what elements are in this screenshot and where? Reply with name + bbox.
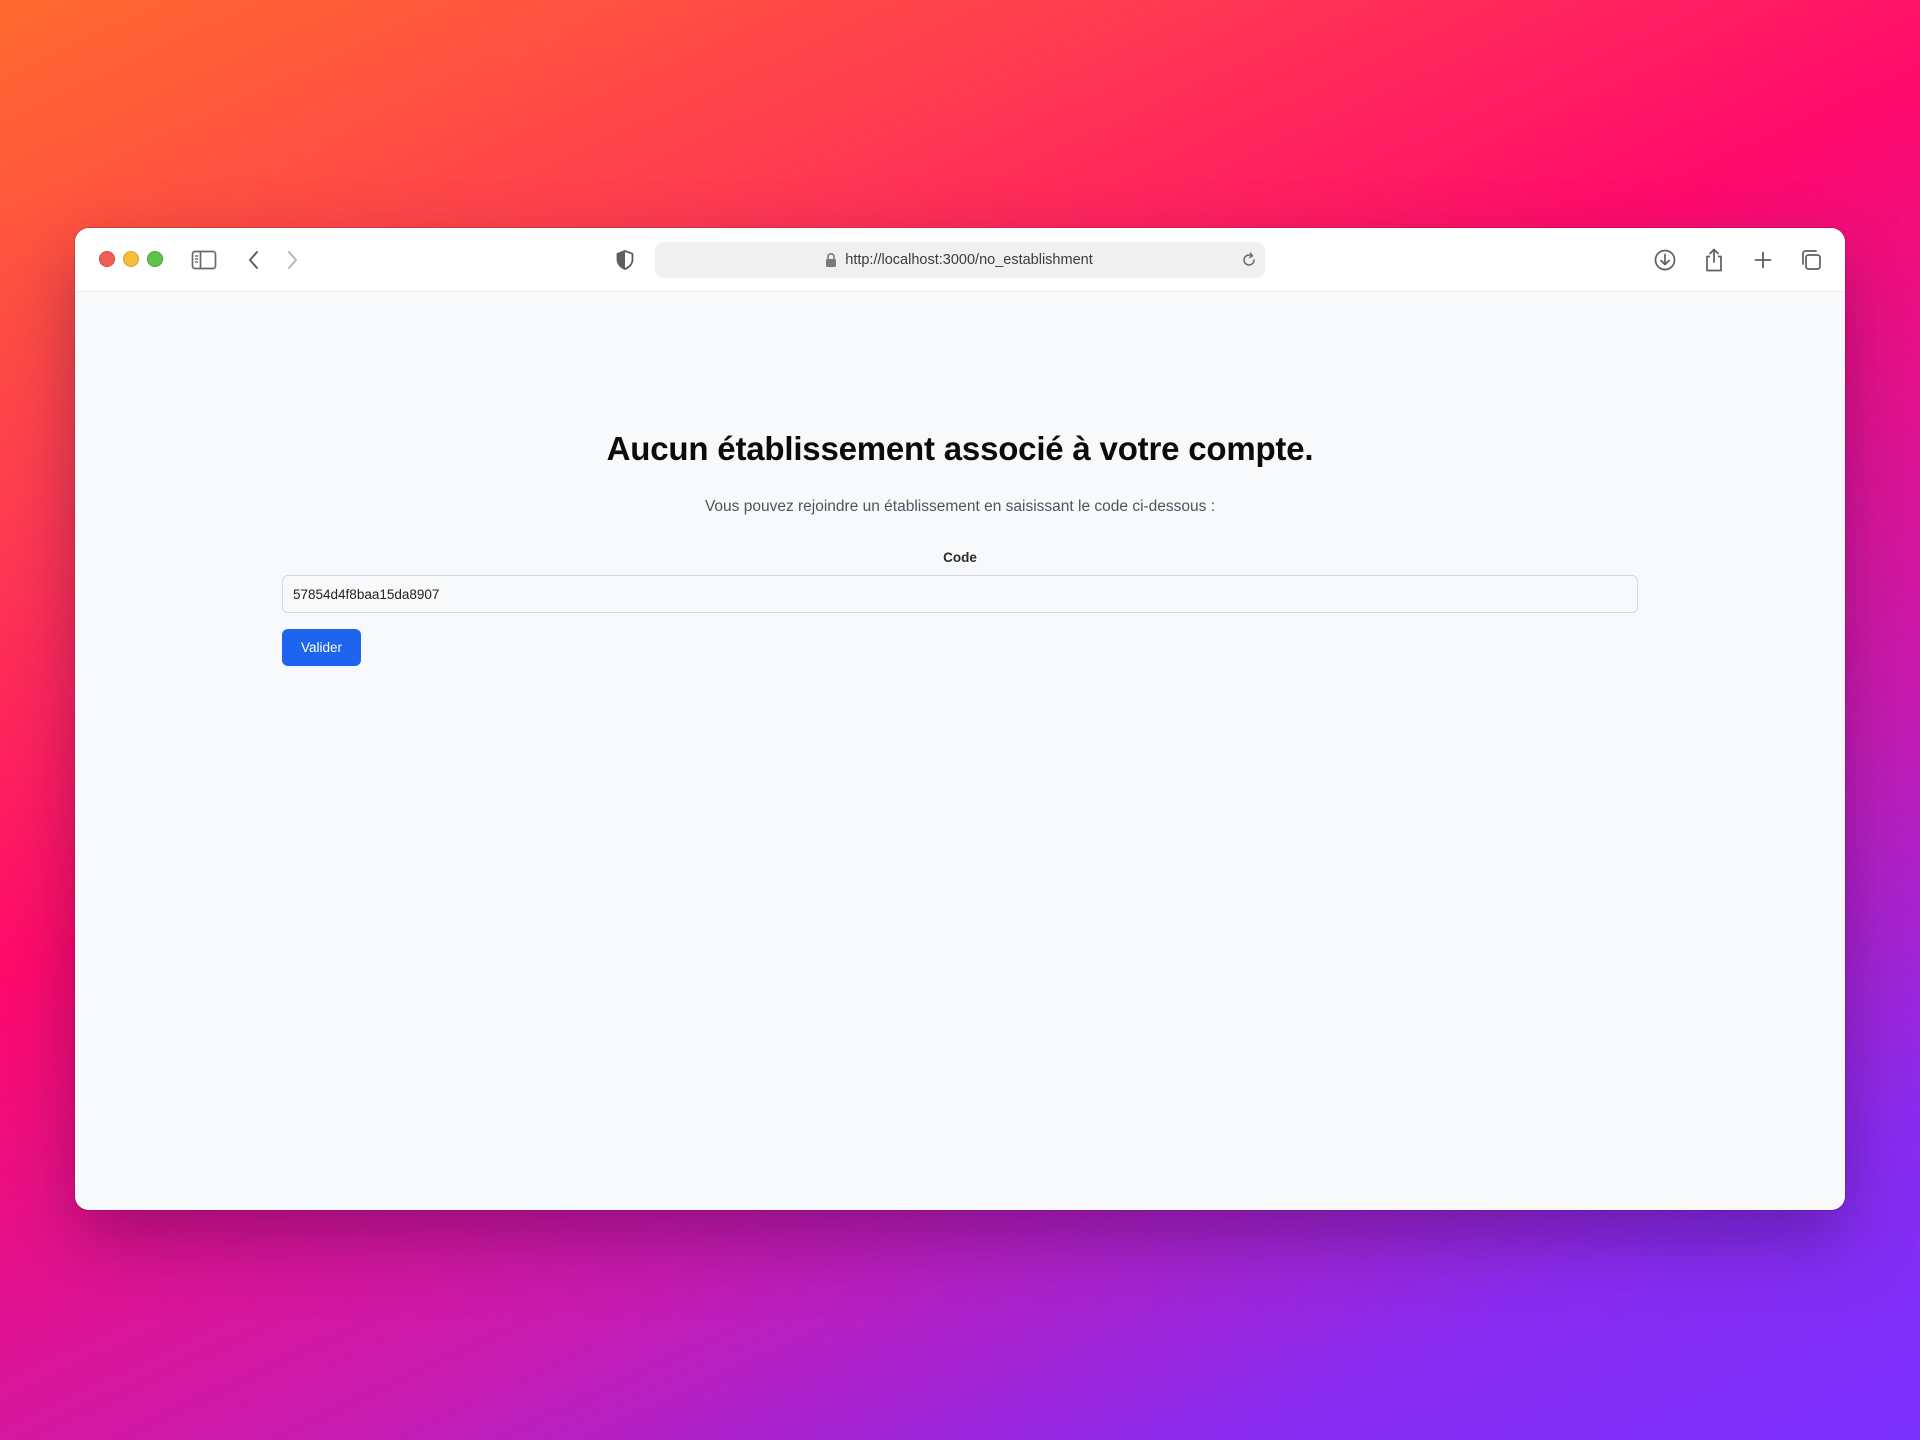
page-title: Aucun établissement associé à votre comp…	[606, 430, 1314, 467]
code-input[interactable]	[282, 575, 1638, 613]
close-window-icon[interactable]	[99, 251, 115, 267]
download-icon[interactable]	[1649, 244, 1681, 276]
sidebar-icon[interactable]	[188, 244, 220, 276]
minimize-window-icon[interactable]	[123, 251, 139, 267]
chevron-left-icon[interactable]	[238, 244, 270, 276]
page-subtitle: Vous pouvez rejoindre un établissement e…	[704, 498, 1216, 515]
submit-button[interactable]: Valider	[282, 629, 361, 666]
plus-icon[interactable]	[1747, 244, 1779, 276]
tabs-icon[interactable]	[1795, 244, 1827, 276]
browser-toolbar: http://localhost:3000/no_establishment	[75, 228, 1845, 292]
share-icon[interactable]	[1698, 244, 1730, 276]
chevron-right-icon[interactable]	[276, 244, 308, 276]
page-content: Aucun établissement associé à votre comp…	[75, 292, 1845, 1210]
address-url: http://localhost:3000/no_establishment	[845, 252, 1093, 268]
code-label: Code	[943, 550, 977, 565]
address-bar[interactable]: http://localhost:3000/no_establishment	[655, 242, 1265, 278]
shield-icon[interactable]	[609, 244, 641, 276]
browser-window: http://localhost:3000/no_establishment A…	[75, 228, 1845, 1210]
reload-icon[interactable]	[1239, 250, 1259, 275]
maximize-window-icon[interactable]	[147, 251, 163, 267]
